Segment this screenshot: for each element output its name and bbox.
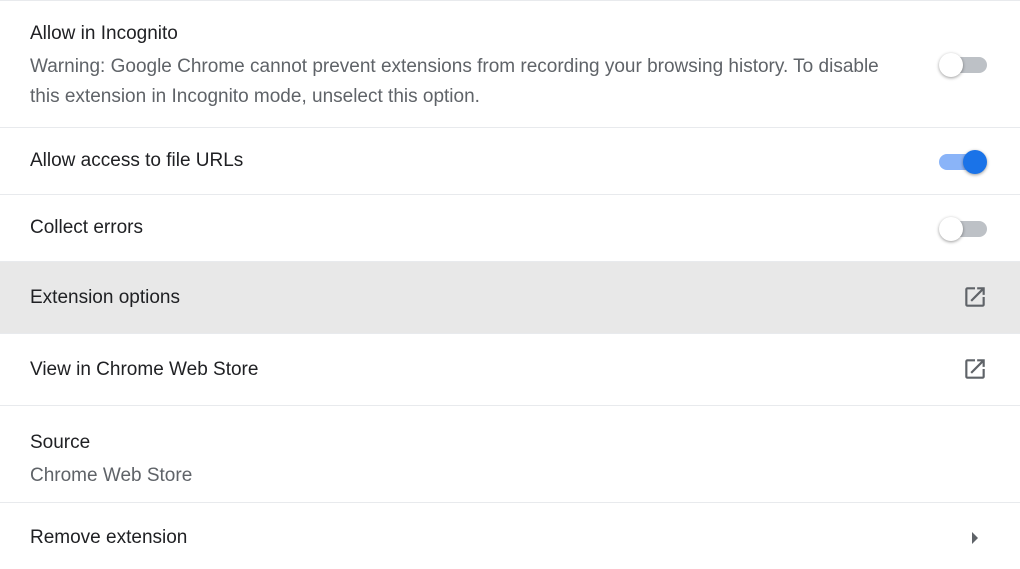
- allow-file-urls-toggle[interactable]: [939, 147, 987, 174]
- open-in-new-icon[interactable]: [962, 284, 988, 310]
- collect-errors-label: Collect errors: [30, 217, 143, 238]
- allow-incognito-row: Allow in Incognito Warning: Google Chrom…: [0, 1, 1020, 128]
- allow-file-urls-label: Allow access to file URLs: [30, 150, 244, 171]
- collect-errors-toggle[interactable]: [939, 214, 987, 241]
- incognito-warning-text: Warning: Google Chrome cannot prevent ex…: [30, 56, 879, 107]
- view-in-web-store-label: View in Chrome Web Store: [30, 358, 259, 380]
- allow-incognito-label: Allow in Incognito: [30, 23, 178, 44]
- source-label: Source: [30, 432, 91, 453]
- remove-extension-row[interactable]: Remove extension: [0, 503, 1020, 569]
- collect-errors-row: Collect errors: [0, 195, 1020, 262]
- extension-options-label: Extension options: [30, 286, 180, 308]
- toggle-knob: [963, 150, 987, 174]
- allow-incognito-toggle[interactable]: [939, 50, 987, 77]
- source-row: Source Chrome Web Store: [0, 406, 1020, 503]
- open-in-new-icon[interactable]: [962, 356, 988, 382]
- chevron-right-icon[interactable]: [970, 531, 980, 545]
- toggle-knob: [939, 217, 963, 241]
- extension-options-row[interactable]: Extension options: [0, 262, 1020, 334]
- view-in-web-store-row[interactable]: View in Chrome Web Store: [0, 334, 1020, 406]
- extension-settings-list: Allow in Incognito Warning: Google Chrom…: [0, 0, 1020, 569]
- allow-file-urls-row: Allow access to file URLs: [0, 128, 1020, 195]
- toggle-knob: [939, 53, 963, 77]
- remove-extension-label: Remove extension: [30, 527, 188, 548]
- source-value: Chrome Web Store: [30, 465, 193, 486]
